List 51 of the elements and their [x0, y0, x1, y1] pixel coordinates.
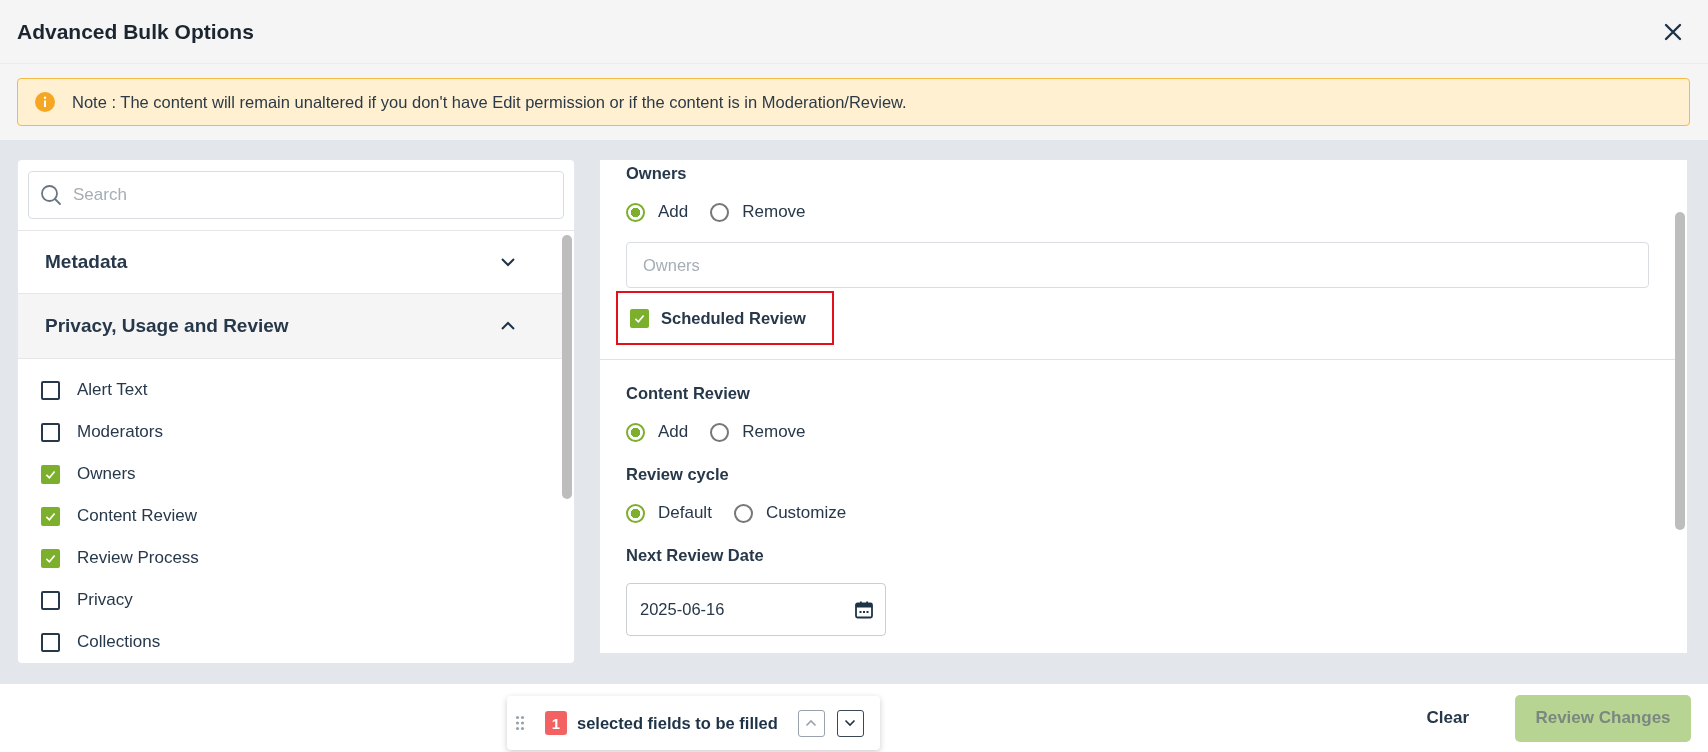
search-icon: [40, 184, 62, 206]
info-icon: [35, 92, 55, 112]
close-icon[interactable]: [1663, 21, 1683, 42]
section-header[interactable]: Privacy, Usage and Review: [18, 294, 562, 359]
checkbox[interactable]: [41, 506, 60, 526]
note-text: Note : The content will remain unaltered if you don't have Edit permission or if the content is in Moderation/Review.: [72, 92, 907, 112]
field-label: Alert Text: [77, 380, 148, 400]
drag-handle-icon[interactable]: [515, 715, 525, 731]
chevron-up-icon: [805, 719, 818, 727]
radio-label: Default: [658, 503, 712, 523]
checkbox[interactable]: [41, 548, 60, 568]
radio-label: Remove: [742, 202, 806, 222]
checkbox[interactable]: [41, 422, 60, 442]
radio-button[interactable]: [626, 202, 645, 222]
calendar-icon[interactable]: [854, 599, 874, 620]
field-label: Owners: [77, 464, 136, 484]
field-heading: Content Review: [626, 383, 751, 404]
chevron-down-icon: [500, 257, 516, 267]
radio-button[interactable]: [626, 503, 645, 523]
counter-text: selected fields to be filled: [577, 713, 778, 733]
radio-button[interactable]: [710, 422, 730, 442]
next-button[interactable]: [836, 709, 864, 737]
date-field[interactable]: 2025-06-16: [626, 583, 886, 636]
checkbox[interactable]: [41, 590, 60, 610]
radio-label: Remove: [742, 422, 806, 442]
field-heading: Owners: [626, 163, 688, 184]
clear-button[interactable]: Clear: [1414, 700, 1481, 736]
search-field[interactable]: Search: [28, 171, 564, 219]
field-label: Collections: [77, 632, 161, 652]
checkbox[interactable]: [41, 464, 60, 484]
field-label: Review Process: [77, 548, 199, 568]
field-heading: Review cycle: [626, 464, 730, 485]
radio-label: Customize: [765, 503, 847, 523]
field-label: Content Review: [77, 506, 197, 526]
radio-button[interactable]: [710, 202, 730, 222]
count-badge: 1: [545, 711, 567, 735]
owners-field[interactable]: Owners: [626, 242, 1649, 288]
radio-button[interactable]: [733, 503, 753, 523]
field-label: Privacy: [77, 590, 133, 610]
checkbox[interactable]: [41, 632, 60, 652]
radio-label: Add: [658, 202, 689, 222]
checkbox[interactable]: [41, 380, 60, 400]
field-heading: Next Review Date: [626, 545, 765, 566]
field-label: Moderators: [77, 422, 163, 442]
dialog-title: Advanced Bulk Options: [17, 19, 254, 44]
chevron-up-icon: [500, 321, 516, 331]
radio-label: Add: [658, 422, 689, 442]
checkbox-label: Scheduled Review: [661, 308, 806, 328]
checkbox[interactable]: [630, 308, 649, 328]
chevron-down-icon: [844, 719, 857, 727]
radio-button[interactable]: [626, 422, 645, 442]
